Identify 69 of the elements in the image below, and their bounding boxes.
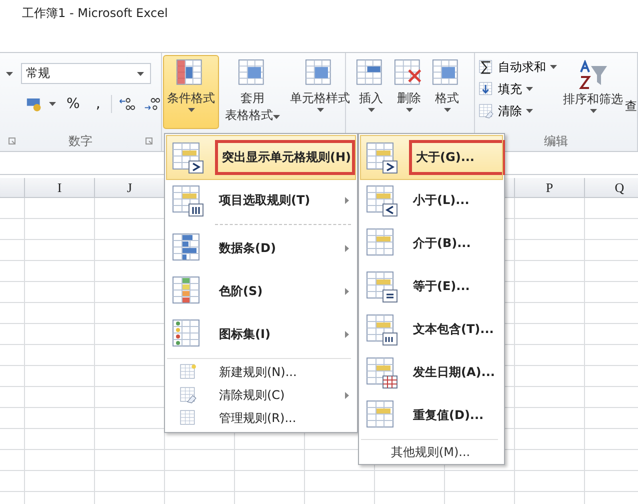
- decrease-decimal-icon[interactable]: [142, 96, 162, 112]
- clear-rules-icon: [180, 387, 196, 404]
- caret-icon: [188, 108, 194, 112]
- menu-item[interactable]: 管理规则(R)...: [167, 407, 355, 430]
- greater-than-icon: [366, 142, 398, 174]
- caret-icon: [406, 108, 412, 112]
- fill-down-icon: [479, 82, 494, 96]
- top-rules-icon: [172, 184, 204, 216]
- dialog-launcher-icon[interactable]: [8, 137, 16, 145]
- ribbon-button[interactable]: 套用 表格格式: [221, 55, 284, 129]
- date-occurring-icon: [366, 356, 398, 388]
- ribbon-button[interactable]: 删除: [390, 55, 428, 129]
- caret-icon: [526, 109, 533, 113]
- menu-item[interactable]: 发生日期(A)...: [361, 351, 502, 394]
- eraser-icon: [479, 104, 494, 118]
- menu-item[interactable]: 等于(E)...: [361, 265, 502, 308]
- ribbon-button[interactable]: 单元格样式: [286, 55, 354, 129]
- ribbon-button[interactable]: 插入: [352, 55, 390, 129]
- caret-icon: [137, 72, 144, 76]
- caret-icon: [48, 102, 56, 106]
- group-label: 数字: [68, 132, 92, 150]
- menu-item[interactable]: 文本包含(T)...: [361, 308, 502, 351]
- menu-item[interactable]: 数据条(D): [167, 227, 355, 270]
- column-header[interactable]: P: [515, 178, 585, 198]
- menu-item[interactable]: 新建规则(N)...: [167, 361, 355, 384]
- menu-item[interactable]: 介于(B)...: [361, 222, 502, 265]
- window-title: 工作簿1 - Microsoft Excel: [22, 6, 168, 20]
- text-contains-icon: [366, 314, 398, 346]
- menu-item[interactable]: 其他规则(M)...: [361, 442, 502, 462]
- sort-funnel-icon: [578, 60, 608, 90]
- caret-icon: [368, 108, 374, 112]
- caret-icon: [526, 87, 533, 91]
- increase-decimal-icon[interactable]: [118, 96, 137, 112]
- percent-style-button[interactable]: %: [62, 96, 85, 112]
- sigma-icon: [479, 60, 494, 74]
- ribbon-button[interactable]: 查: [625, 98, 637, 131]
- menu-item[interactable]: 小于(L)...: [361, 179, 502, 222]
- group-label: 编辑: [544, 132, 568, 150]
- menu-item[interactable]: 重复值(D)...: [361, 394, 502, 437]
- number-format-dropdown[interactable]: 常规: [21, 63, 151, 84]
- less-than-icon: [366, 184, 398, 216]
- ribbon-button[interactable]: 清除: [477, 101, 559, 121]
- column-header[interactable]: J: [95, 178, 165, 198]
- ribbon-button[interactable]: 自动求和: [477, 57, 559, 77]
- sort-filter-button[interactable]: 排序和筛选: [559, 57, 627, 131]
- new-rule-icon: [180, 364, 196, 381]
- menu-item[interactable]: 色阶(S): [167, 270, 355, 313]
- ribbon-button[interactable]: 填充: [477, 79, 559, 99]
- column-header[interactable]: I: [25, 178, 95, 198]
- caret-icon: [444, 108, 450, 112]
- ribbon-button[interactable]: 条件格式: [163, 55, 219, 129]
- caret-icon: [550, 65, 557, 69]
- ribbon-button[interactable]: 格式: [428, 55, 466, 129]
- caret-icon: [273, 115, 280, 119]
- menu-item[interactable]: 项目选取规则(T): [167, 179, 355, 222]
- column-header[interactable]: Q: [585, 178, 638, 198]
- highlight-rules-icon: [172, 142, 204, 174]
- comma-style-button[interactable]: ,: [90, 96, 106, 112]
- caret-icon: [316, 108, 324, 112]
- currency-icon[interactable]: [26, 96, 43, 112]
- dialog-launcher-icon[interactable]: [145, 137, 153, 145]
- equal-to-icon: [366, 270, 398, 302]
- manage-rules-icon: [180, 410, 196, 427]
- caret-icon: [590, 109, 596, 113]
- menu-item[interactable]: 大于(G)...: [361, 136, 502, 179]
- caret-icon[interactable]: [6, 72, 13, 76]
- menu-item[interactable]: 清除规则(C): [167, 384, 355, 407]
- menu-item[interactable]: 突出显示单元格规则(H): [167, 136, 355, 179]
- menu-item[interactable]: 图标集(I): [167, 313, 355, 356]
